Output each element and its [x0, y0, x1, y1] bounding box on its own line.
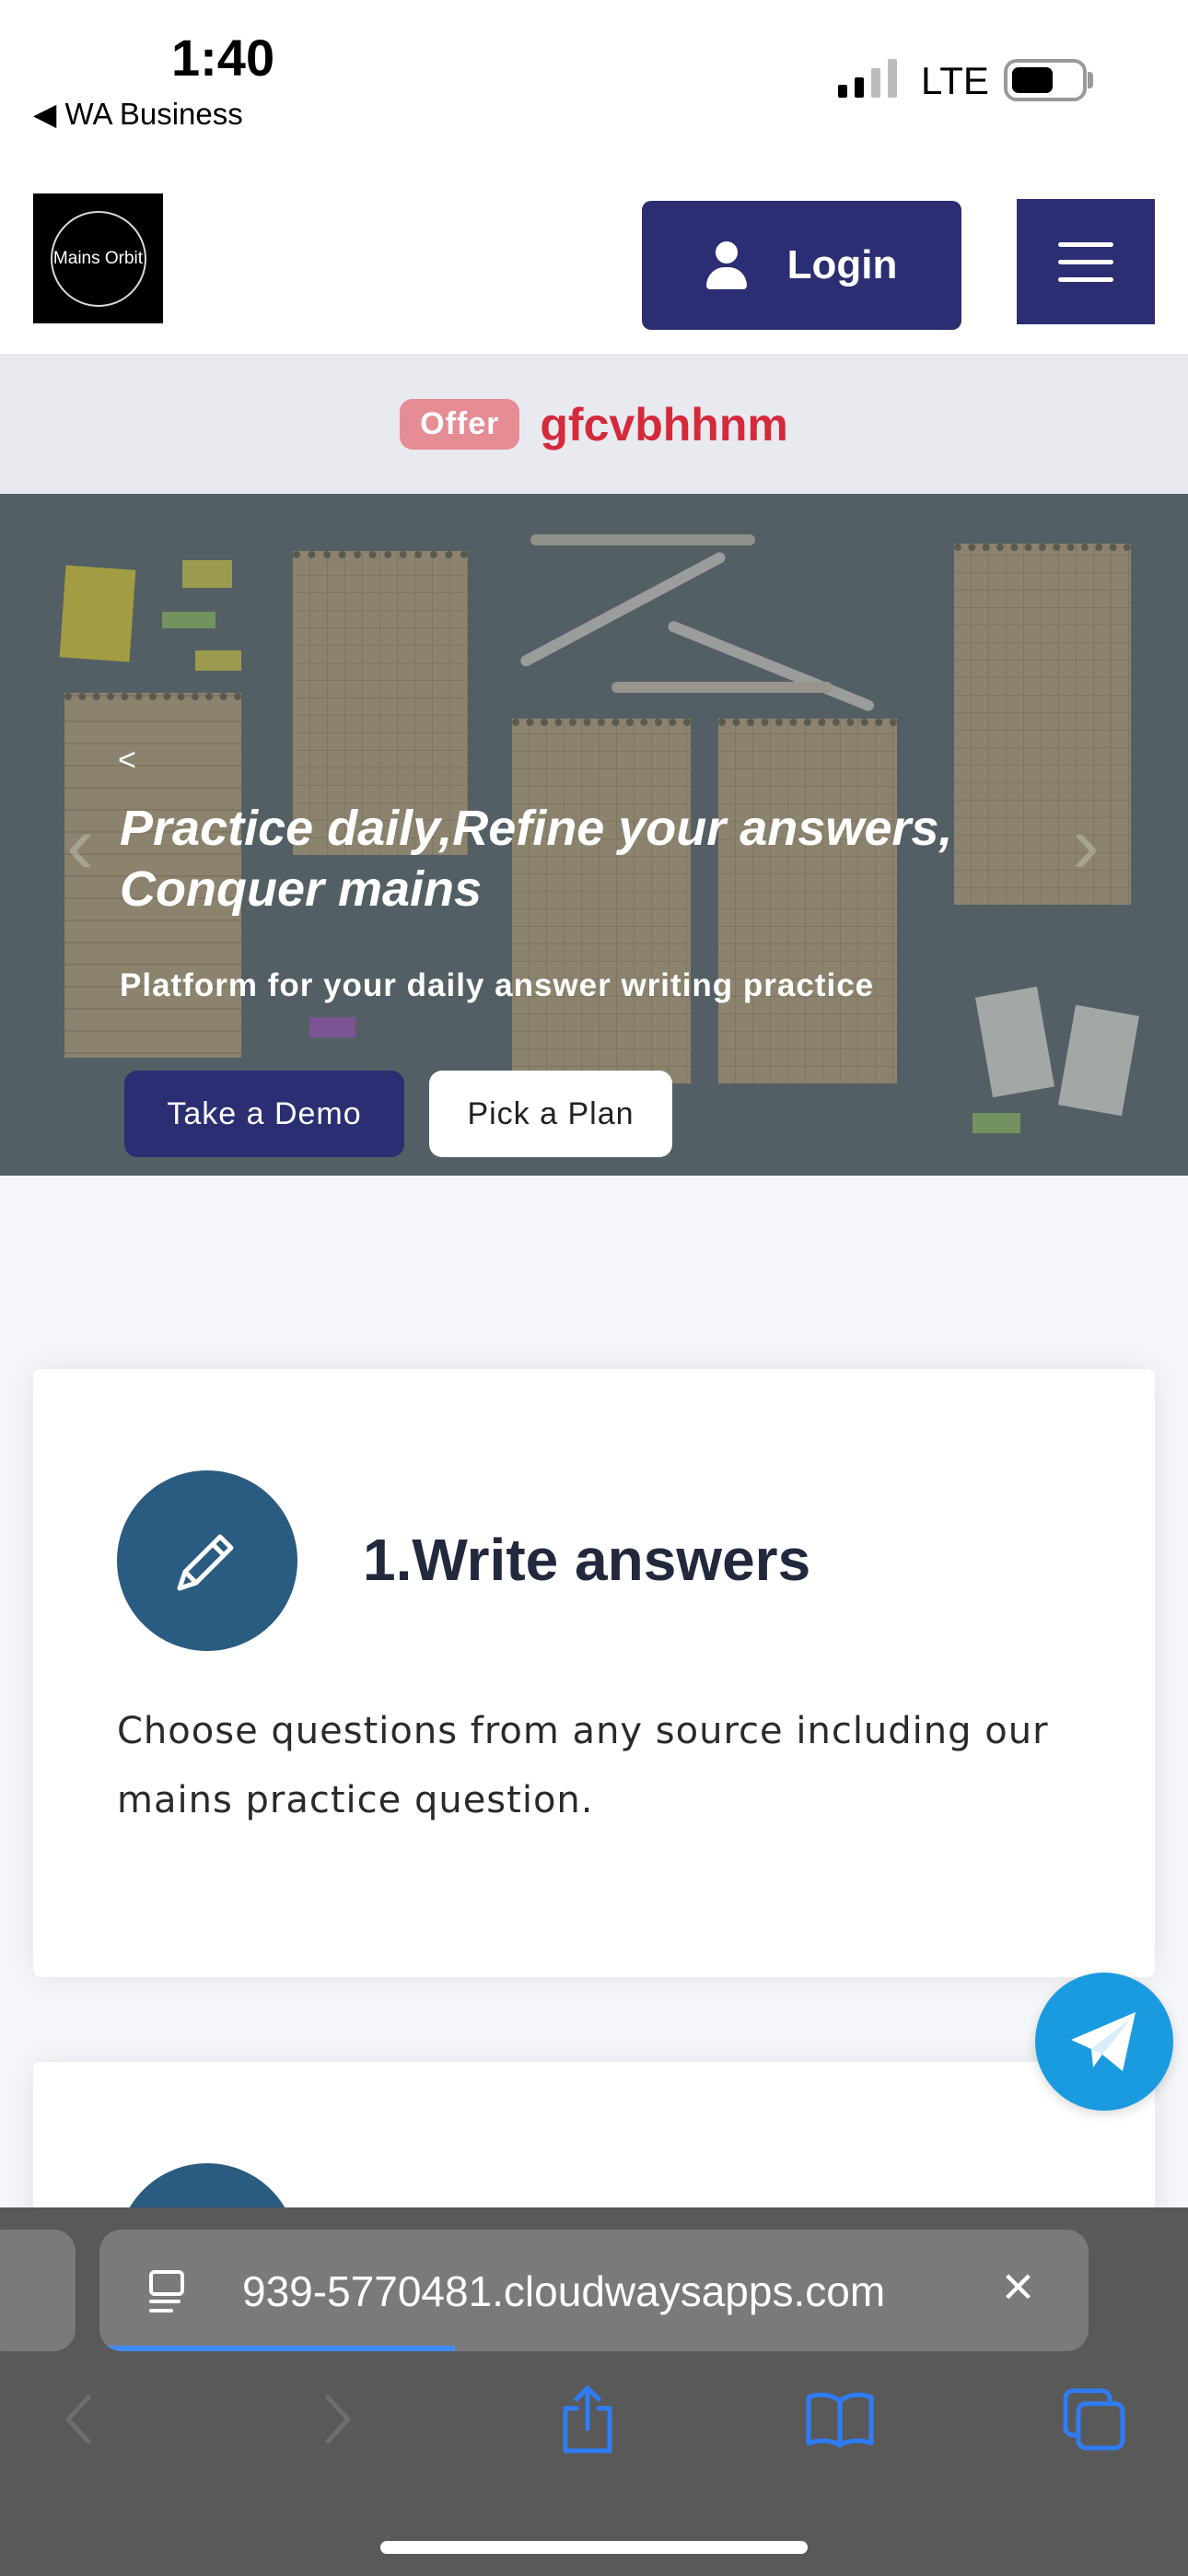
offer-banner[interactable]: Offer gfcvbhhnm	[0, 355, 1188, 494]
step-title: 1.Write answers	[363, 1527, 811, 1593]
home-indicator[interactable]	[380, 2541, 808, 2554]
hero-prev-link[interactable]: <	[118, 743, 136, 779]
carousel-next-arrow-icon[interactable]: ›	[1072, 798, 1100, 893]
tabs-button[interactable]	[1057, 2383, 1131, 2456]
hero-title: Practice daily,Refine your answers, Conq…	[120, 801, 953, 917]
status-bar: 1:40 ◀ WA Business LTE	[0, 0, 1188, 175]
signal-icon	[838, 59, 897, 98]
hero-subtitle: Platform for your daily answer writing p…	[120, 967, 875, 1003]
hamburger-menu-button[interactable]	[1017, 199, 1155, 324]
book-icon	[806, 2392, 874, 2448]
bookmarks-button[interactable]	[803, 2383, 877, 2456]
back-arrow-icon	[64, 2395, 91, 2444]
logo-text: Mains Orbit	[52, 248, 144, 268]
share-icon	[563, 2385, 612, 2453]
tabs-icon	[1063, 2388, 1125, 2451]
back-button[interactable]	[42, 2383, 116, 2456]
page-load-progress	[99, 2346, 455, 2351]
carousel-prev-arrow-icon[interactable]: ‹	[66, 798, 94, 893]
pencil-icon	[177, 1534, 234, 1591]
site-header: Mains Orbit Login	[0, 175, 1188, 355]
browser-toolbar: 939-5770481.cloudwaysapps.com ×	[0, 2207, 1188, 2576]
offer-text: gfcvbhhnm	[540, 398, 788, 451]
site-logo[interactable]: Mains Orbit	[33, 193, 163, 323]
user-icon	[705, 241, 747, 289]
battery-icon	[1004, 59, 1087, 101]
share-button[interactable]	[551, 2383, 624, 2456]
address-bar[interactable]: 939-5770481.cloudwaysapps.com ×	[99, 2230, 1089, 2351]
close-icon[interactable]: ×	[1002, 2259, 1034, 2314]
take-a-demo-button[interactable]: Take a Demo	[124, 1071, 404, 1157]
step-icon-circle	[117, 1470, 297, 1651]
hero-carousel: ‹ › < Practice daily,Refine your answers…	[0, 494, 1188, 1176]
previous-tab-preview[interactable]	[0, 2230, 76, 2351]
battery-nub	[1088, 72, 1093, 88]
login-button[interactable]: Login	[642, 201, 961, 330]
back-to-app-link[interactable]: ◀ WA Business	[33, 96, 243, 132]
login-label: Login	[786, 242, 898, 287]
network-label: LTE	[921, 59, 989, 102]
forward-button[interactable]	[300, 2383, 374, 2456]
reader-mode-icon[interactable]	[147, 2270, 186, 2313]
telegram-button[interactable]	[1035, 1973, 1173, 2111]
step-card: 1.Write answers Choose questions from an…	[33, 1369, 1155, 1977]
url-text: 939-5770481.cloudwaysapps.com	[242, 2267, 886, 2315]
telegram-icon	[1071, 2012, 1136, 2071]
status-time: 1:40	[171, 29, 275, 87]
offer-badge: Offer	[400, 399, 520, 450]
pick-a-plan-button[interactable]: Pick a Plan	[429, 1071, 672, 1157]
step-description: Choose questions from any source includi…	[117, 1710, 1049, 1821]
forward-arrow-icon	[325, 2395, 352, 2444]
hamburger-icon	[1058, 241, 1113, 247]
